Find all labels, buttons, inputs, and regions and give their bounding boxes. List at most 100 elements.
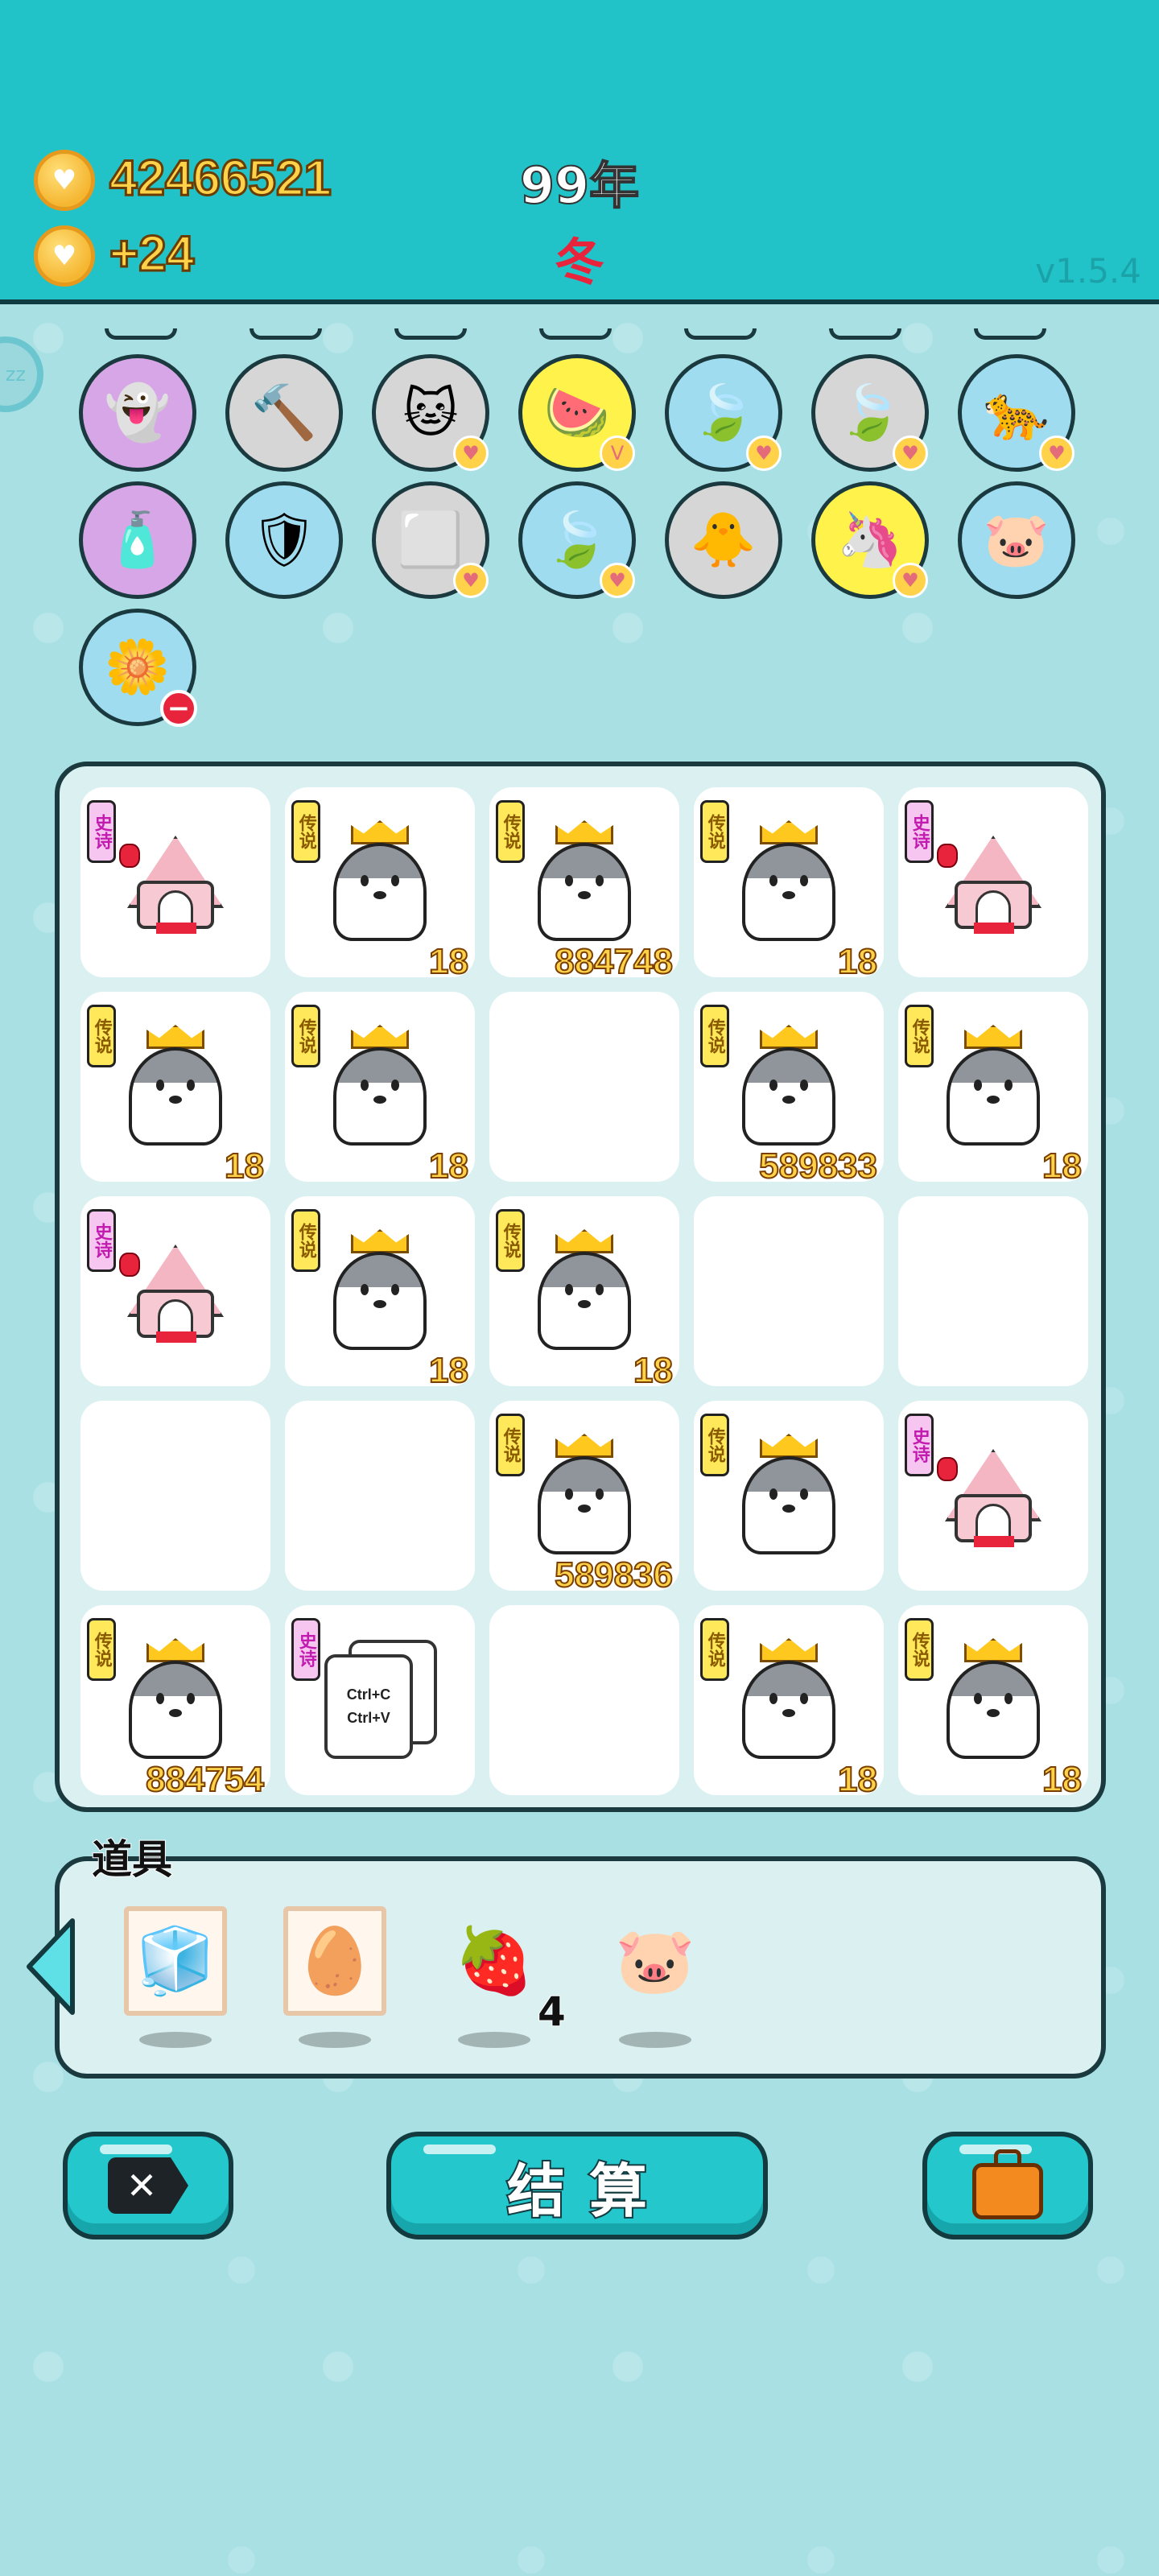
cell-value: 18 [1041,1146,1083,1187]
cancel-button[interactable]: ✕ [63,2132,233,2240]
board-cell[interactable]: 传说 884748 [489,787,679,982]
fridge-item[interactable]: 🧊 [124,1906,227,2016]
board-cell[interactable]: 传说 589836 [489,1401,679,1596]
sugar-cubes-skill-icon: ⬜ [397,509,464,571]
board-cell[interactable]: 传说 18 [898,1605,1088,1800]
cell-value: 18 [224,1146,265,1187]
board-cell[interactable]: 传说 18 [285,1196,475,1391]
crowned-husky-icon [724,816,853,945]
unicorn-skill[interactable]: 🦄 ♥ [811,481,929,599]
board-cell[interactable]: 史诗 Ctrl+C Ctrl+V [285,1605,475,1795]
flower-pot-skill-icon: 🌼 [104,636,171,698]
leaf-skill-3-icon: 🍃 [543,509,611,571]
crowned-husky-icon [316,816,444,945]
item-shadow [139,2032,212,2048]
cell-value: 18 [428,941,469,982]
board-cell[interactable]: 传说 884754 [80,1605,270,1800]
cell-value: 18 [837,1759,878,1800]
year-label: 99年 [519,155,640,216]
twin-cats-skill[interactable]: 🐱 ♥ [372,354,489,472]
lychee-item[interactable]: 🍓 [443,1906,546,2016]
piggy-skill-icon: 🐷 [983,509,1050,571]
board-cell[interactable]: 史诗 [80,787,270,977]
hidden-skill-edge [829,328,901,340]
chevron-left-icon[interactable] [23,1916,80,2017]
hammer-skill[interactable]: 🔨 [225,354,343,472]
cell-value: 589836 [554,1554,674,1596]
board-cell[interactable]: 史诗 [898,787,1088,977]
piggy-bank-icon: 🐷 [615,1923,695,1998]
hammer-skill-icon: 🔨 [250,382,318,444]
leaf-skill-2[interactable]: 🍃 ♥ [811,354,929,472]
twin-cats-skill-icon: 🐱 [402,382,459,444]
season-label: 冬 [554,233,604,291]
board-cell[interactable] [285,1401,475,1591]
board-cell[interactable]: 传说 18 [694,787,884,982]
chick-egg-skill-icon: 🐥 [690,509,757,571]
cell-value: 18 [837,941,878,982]
close-icon: ✕ [108,2157,188,2214]
skill-badge-icon: ♥ [453,563,489,598]
unicorn-skill-icon: 🦄 [836,509,904,571]
piggy-bank-item[interactable]: 🐷 [604,1906,707,2016]
cell-value: 18 [1041,1759,1083,1800]
cat-skill[interactable]: 🐆 ♥ [958,354,1075,472]
coin-total: 42466521 [109,150,333,208]
board-cell[interactable] [694,1196,884,1386]
item-shadow [299,2032,371,2048]
crowned-husky-icon [724,1430,853,1558]
leaf-skill-1[interactable]: 🍃 ♥ [665,354,782,472]
cell-value: 18 [633,1350,674,1391]
props-title: 道具 [91,1835,173,1884]
board-cell[interactable]: 史诗 [80,1196,270,1386]
coin-income: +24 [108,225,195,283]
board-cell[interactable]: 传说 [694,1401,884,1591]
board-cell[interactable] [898,1196,1088,1386]
paste-shortcut-text: Ctrl+V [347,1710,390,1726]
board-cell[interactable]: 传说 18 [80,992,270,1187]
item-shadow [458,2032,530,2048]
crowned-husky-icon [111,1634,240,1763]
board-cell[interactable] [489,1605,679,1795]
crowned-husky-icon [316,1021,444,1150]
cell-value: 884754 [145,1759,265,1800]
board-cell[interactable] [80,1401,270,1591]
spray-bottle-skill[interactable]: 🧴 [79,481,196,599]
board-cell[interactable]: 传说 18 [489,1196,679,1391]
fruit-basket-skill[interactable]: 🍉 V [518,354,636,472]
income-coin-icon: ♥ [34,225,95,287]
skill-badge-icon: V [600,436,635,471]
ghost-egg-skill[interactable]: 👻 [79,354,196,472]
chick-egg-skill[interactable]: 🐥 [665,481,782,599]
leaf-skill-3[interactable]: 🍃 ♥ [518,481,636,599]
board-cell[interactable] [489,992,679,1182]
settle-button[interactable]: 结算 [386,2132,768,2240]
crowned-husky-icon [929,1021,1058,1150]
board-cell[interactable]: 传说 18 [694,1605,884,1800]
board-cell[interactable]: 传说 18 [898,992,1088,1187]
board-cell[interactable]: 史诗 [898,1401,1088,1591]
board-cell[interactable]: 传说 18 [285,787,475,982]
crowned-husky-icon [316,1225,444,1354]
bag-button[interactable] [922,2132,1093,2240]
copy-shortcut-text: Ctrl+C [346,1686,391,1703]
hidden-skill-edge [684,328,757,340]
flower-pot-skill[interactable]: 🌼 − [79,609,197,727]
cell-value: 18 [428,1350,469,1391]
crowned-husky-icon [520,816,649,945]
piggy-skill[interactable]: 🐷 [958,481,1075,599]
spray-bottle-skill-icon: 🧴 [104,509,171,571]
remove-badge-icon[interactable]: − [160,690,197,727]
board-cell[interactable]: 传说 589833 [694,992,884,1187]
sugar-cubes-skill[interactable]: ⬜ ♥ [372,481,489,599]
skill-badge-icon: ♥ [453,436,489,471]
crowned-husky-icon [724,1634,853,1763]
crowned-husky-icon [520,1430,649,1558]
board-cell[interactable]: 传说 18 [285,992,475,1187]
hidden-skill-edge [250,328,322,340]
skill-badge-icon: ♥ [600,563,635,598]
egg-item[interactable]: 🥚 [283,1906,386,2016]
shield-wrench-skill[interactable]: 🛡 [225,481,343,599]
version-label: v1.5.4 [1035,251,1141,291]
crowned-husky-icon [929,1634,1058,1763]
